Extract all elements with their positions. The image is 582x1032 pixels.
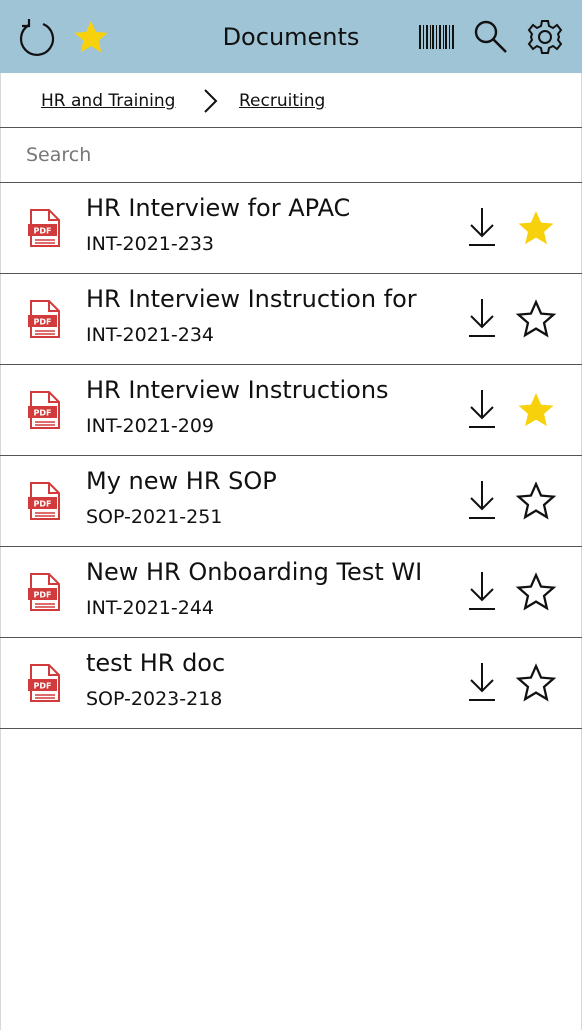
pdf-file-icon: PDF	[27, 481, 61, 521]
top-bar: Documents	[0, 0, 582, 73]
svg-text:PDF: PDF	[34, 227, 52, 236]
barcode-icon[interactable]	[414, 0, 460, 73]
svg-text:PDF: PDF	[34, 591, 52, 600]
pdf-file-icon: PDF	[27, 663, 61, 703]
document-code: INT-2021-209	[86, 415, 215, 437]
star-outline-icon[interactable]	[515, 298, 557, 340]
svg-text:PDF: PDF	[34, 500, 52, 509]
document-list: PDF HR Interview for APAC INT-2021-233 PDF H…	[0, 183, 582, 729]
search-bar	[0, 128, 582, 183]
svg-text:PDF: PDF	[34, 318, 52, 327]
search-input[interactable]	[26, 136, 546, 174]
document-code: INT-2021-234	[86, 324, 215, 346]
breadcrumb-hr-and-training[interactable]: HR and Training	[41, 73, 175, 127]
favorites-star-icon[interactable]	[68, 0, 114, 73]
svg-text:PDF: PDF	[34, 409, 52, 418]
download-icon[interactable]	[466, 479, 498, 521]
download-icon[interactable]	[466, 570, 498, 612]
star-outline-icon[interactable]	[515, 571, 557, 613]
document-row[interactable]: PDF HR Interview Instructions INT-2021-209	[0, 365, 582, 456]
star-outline-icon[interactable]	[515, 662, 557, 704]
refresh-icon[interactable]	[12, 0, 62, 73]
pdf-file-icon: PDF	[27, 390, 61, 430]
document-name: HR Interview for APAC	[86, 194, 351, 222]
document-code: SOP-2021-251	[86, 506, 223, 528]
gear-icon[interactable]	[522, 0, 568, 73]
document-row[interactable]: PDF New HR Onboarding Test WI INT-2021-244	[0, 547, 582, 638]
document-name: HR Interview Instructions	[86, 376, 389, 404]
star-outline-icon[interactable]	[515, 480, 557, 522]
search-icon[interactable]	[470, 0, 512, 73]
document-code: SOP-2023-218	[86, 688, 223, 710]
pdf-file-icon: PDF	[27, 572, 61, 612]
page-title: Documents	[222, 23, 360, 51]
star-filled-icon[interactable]	[515, 207, 557, 249]
document-row[interactable]: PDF HR Interview Instruction for INT-2021-…	[0, 274, 582, 365]
download-icon[interactable]	[466, 661, 498, 703]
document-name: My new HR SOP	[86, 467, 277, 495]
document-code: INT-2021-244	[86, 597, 215, 619]
download-icon[interactable]	[466, 297, 498, 339]
document-row[interactable]: PDF My new HR SOP SOP-2021-251	[0, 456, 582, 547]
download-icon[interactable]	[466, 388, 498, 430]
document-row[interactable]: PDF test HR doc SOP-2023-218	[0, 638, 582, 729]
chevron-right-icon	[200, 88, 220, 118]
star-filled-icon[interactable]	[515, 389, 557, 431]
document-name: test HR doc	[86, 649, 226, 677]
document-code: INT-2021-233	[86, 233, 215, 255]
download-icon[interactable]	[466, 206, 498, 248]
document-name: New HR Onboarding Test WI	[86, 558, 423, 586]
breadcrumb: HR and Training Recruiting	[0, 73, 582, 128]
svg-text:PDF: PDF	[34, 682, 52, 691]
pdf-file-icon: PDF	[27, 208, 61, 248]
document-row[interactable]: PDF HR Interview for APAC INT-2021-233	[0, 183, 582, 274]
pdf-file-icon: PDF	[27, 299, 61, 339]
document-name: HR Interview Instruction for	[86, 285, 417, 313]
breadcrumb-recruiting[interactable]: Recruiting	[239, 73, 325, 127]
